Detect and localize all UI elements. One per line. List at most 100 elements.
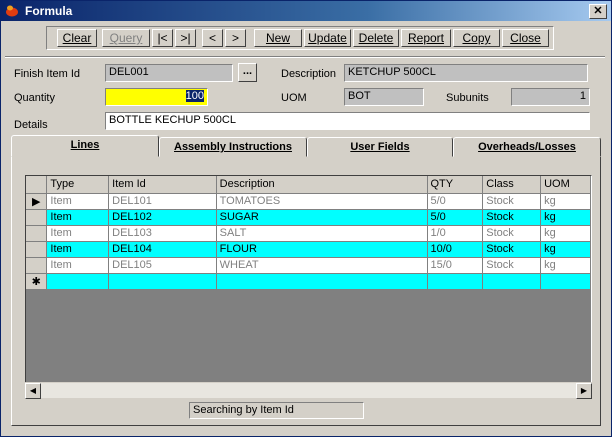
horizontal-scrollbar[interactable]: ◀ ▶ xyxy=(25,382,592,399)
cell-qty[interactable]: 1/0 xyxy=(427,225,484,242)
subunits-field[interactable]: 1 xyxy=(511,88,590,106)
previous-record-button[interactable]: < xyxy=(202,29,223,47)
last-record-button[interactable]: >| xyxy=(175,29,196,47)
copy-button[interactable]: Copy xyxy=(453,29,500,47)
cell-uom[interactable]: kg xyxy=(540,241,591,258)
cell-qty[interactable]: 10/0 xyxy=(427,241,484,258)
table-row[interactable]: Item DEL103 SALT 1/0 Stock kg xyxy=(26,225,591,242)
cell-item-id[interactable]: DEL102 xyxy=(108,209,217,226)
row-indicator xyxy=(26,257,48,274)
cell-item-id[interactable]: DEL104 xyxy=(108,241,217,258)
title-bar: Formula ✕ xyxy=(1,1,611,21)
cell-uom[interactable]: kg xyxy=(540,225,591,242)
lines-grid[interactable]: Type Item Id Description QTY Class UOM ▶… xyxy=(25,175,592,398)
cell-class[interactable]: Stock xyxy=(482,209,542,226)
window-title: Formula xyxy=(25,4,73,18)
cell-type[interactable]: Item xyxy=(46,241,110,258)
cell-class[interactable]: Stock xyxy=(482,257,542,274)
cell-type[interactable]: Item xyxy=(46,225,110,242)
cell-item-id[interactable]: DEL103 xyxy=(108,225,217,242)
table-row[interactable]: Item DEL104 FLOUR 10/0 Stock kg xyxy=(26,241,591,258)
tab-assembly-instructions[interactable]: Assembly Instructions xyxy=(159,137,307,157)
subunits-label: Subunits xyxy=(446,92,489,104)
cell-type[interactable]: Item xyxy=(46,209,110,226)
scroll-right-icon[interactable]: ▶ xyxy=(576,383,592,399)
formula-window: Formula ✕ Clear Query |< >| < > New Upda… xyxy=(0,0,612,437)
cell-qty[interactable]: 5/0 xyxy=(427,193,484,210)
app-icon xyxy=(6,5,18,17)
scroll-left-icon[interactable]: ◀ xyxy=(25,383,41,399)
delete-button[interactable]: Delete xyxy=(353,29,399,47)
cell-item-id[interactable] xyxy=(108,273,217,290)
new-row[interactable]: ✱ xyxy=(26,273,591,290)
details-label: Details xyxy=(14,119,48,131)
cell-type[interactable] xyxy=(46,273,110,290)
cell-type[interactable]: Item xyxy=(46,193,110,210)
close-button[interactable]: Close xyxy=(502,29,549,47)
table-row[interactable]: Item DEL102 SUGAR 5/0 Stock kg xyxy=(26,209,591,226)
grid-header-row: Type Item Id Description QTY Class UOM xyxy=(26,176,591,194)
cell-uom[interactable]: kg xyxy=(540,257,591,274)
quantity-value: 100 xyxy=(185,90,204,102)
finish-item-id-label: Finish Item Id xyxy=(14,68,81,80)
cell-type[interactable]: Item xyxy=(46,257,110,274)
toolbar-separator xyxy=(5,56,605,58)
new-row-icon: ✱ xyxy=(26,273,48,290)
quantity-label: Quantity xyxy=(14,92,55,104)
column-header-uom[interactable]: UOM xyxy=(540,176,591,194)
cell-description[interactable]: FLOUR xyxy=(216,241,428,258)
column-header-description[interactable]: Description xyxy=(216,176,428,194)
report-button[interactable]: Report xyxy=(401,29,451,47)
cell-item-id[interactable]: DEL101 xyxy=(108,193,217,210)
column-header-qty[interactable]: QTY xyxy=(427,176,484,194)
row-indicator xyxy=(26,241,48,258)
column-header-item-id[interactable]: Item Id xyxy=(108,176,217,194)
cell-description[interactable]: TOMATOES xyxy=(216,193,428,210)
cell-class[interactable]: Stock xyxy=(482,225,542,242)
uom-field[interactable]: BOT xyxy=(344,88,424,106)
table-row[interactable]: Item DEL105 WHEAT 15/0 Stock kg xyxy=(26,257,591,274)
cell-class[interactable] xyxy=(482,273,542,290)
tab-user-fields[interactable]: User Fields xyxy=(307,137,453,157)
current-row-icon: ▶ xyxy=(26,193,48,210)
column-header-type[interactable]: Type xyxy=(46,176,110,194)
cell-class[interactable]: Stock xyxy=(482,241,542,258)
cell-uom[interactable]: kg xyxy=(540,209,591,226)
tab-lines[interactable]: Lines xyxy=(11,135,159,157)
tab-overheads-losses[interactable]: Overheads/Losses xyxy=(453,137,601,157)
cell-item-id[interactable]: DEL105 xyxy=(108,257,217,274)
details-field[interactable]: BOTTLE KECHUP 500CL xyxy=(105,112,590,130)
item-lookup-button[interactable]: ... xyxy=(238,63,257,82)
cell-description[interactable]: SUGAR xyxy=(216,209,428,226)
finish-item-id-field[interactable]: DEL001 xyxy=(105,64,233,82)
row-indicator-header xyxy=(26,176,48,194)
clear-button[interactable]: Clear xyxy=(57,29,97,47)
cell-description[interactable] xyxy=(216,273,428,290)
tab-strip: Lines Assembly Instructions User Fields … xyxy=(11,135,601,157)
cell-uom[interactable] xyxy=(540,273,591,290)
query-button[interactable]: Query xyxy=(102,29,150,47)
cell-qty[interactable]: 15/0 xyxy=(427,257,484,274)
cell-class[interactable]: Stock xyxy=(482,193,542,210)
toolbar: Clear Query |< >| < > New Update Delete … xyxy=(46,26,554,50)
cell-description[interactable]: SALT xyxy=(216,225,428,242)
row-indicator xyxy=(26,225,48,242)
cell-description[interactable]: WHEAT xyxy=(216,257,428,274)
cell-qty[interactable] xyxy=(427,273,484,290)
table-row[interactable]: ▶ Item DEL101 TOMATOES 5/0 Stock kg xyxy=(26,193,591,210)
update-button[interactable]: Update xyxy=(304,29,351,47)
new-button[interactable]: New xyxy=(254,29,302,47)
cell-uom[interactable]: kg xyxy=(540,193,591,210)
row-indicator xyxy=(26,209,48,226)
description-label: Description xyxy=(281,68,337,80)
window-close-button[interactable]: ✕ xyxy=(589,4,607,19)
first-record-button[interactable]: |< xyxy=(152,29,173,47)
lines-table: Type Item Id Description QTY Class UOM ▶… xyxy=(26,176,591,290)
next-record-button[interactable]: > xyxy=(225,29,246,47)
uom-label: UOM xyxy=(281,92,307,104)
cell-qty[interactable]: 5/0 xyxy=(427,209,484,226)
status-text: Searching by Item Id xyxy=(189,402,364,419)
column-header-class[interactable]: Class xyxy=(482,176,542,194)
quantity-field[interactable]: 100 xyxy=(105,88,208,106)
description-field[interactable]: KETCHUP 500CL xyxy=(344,64,588,82)
